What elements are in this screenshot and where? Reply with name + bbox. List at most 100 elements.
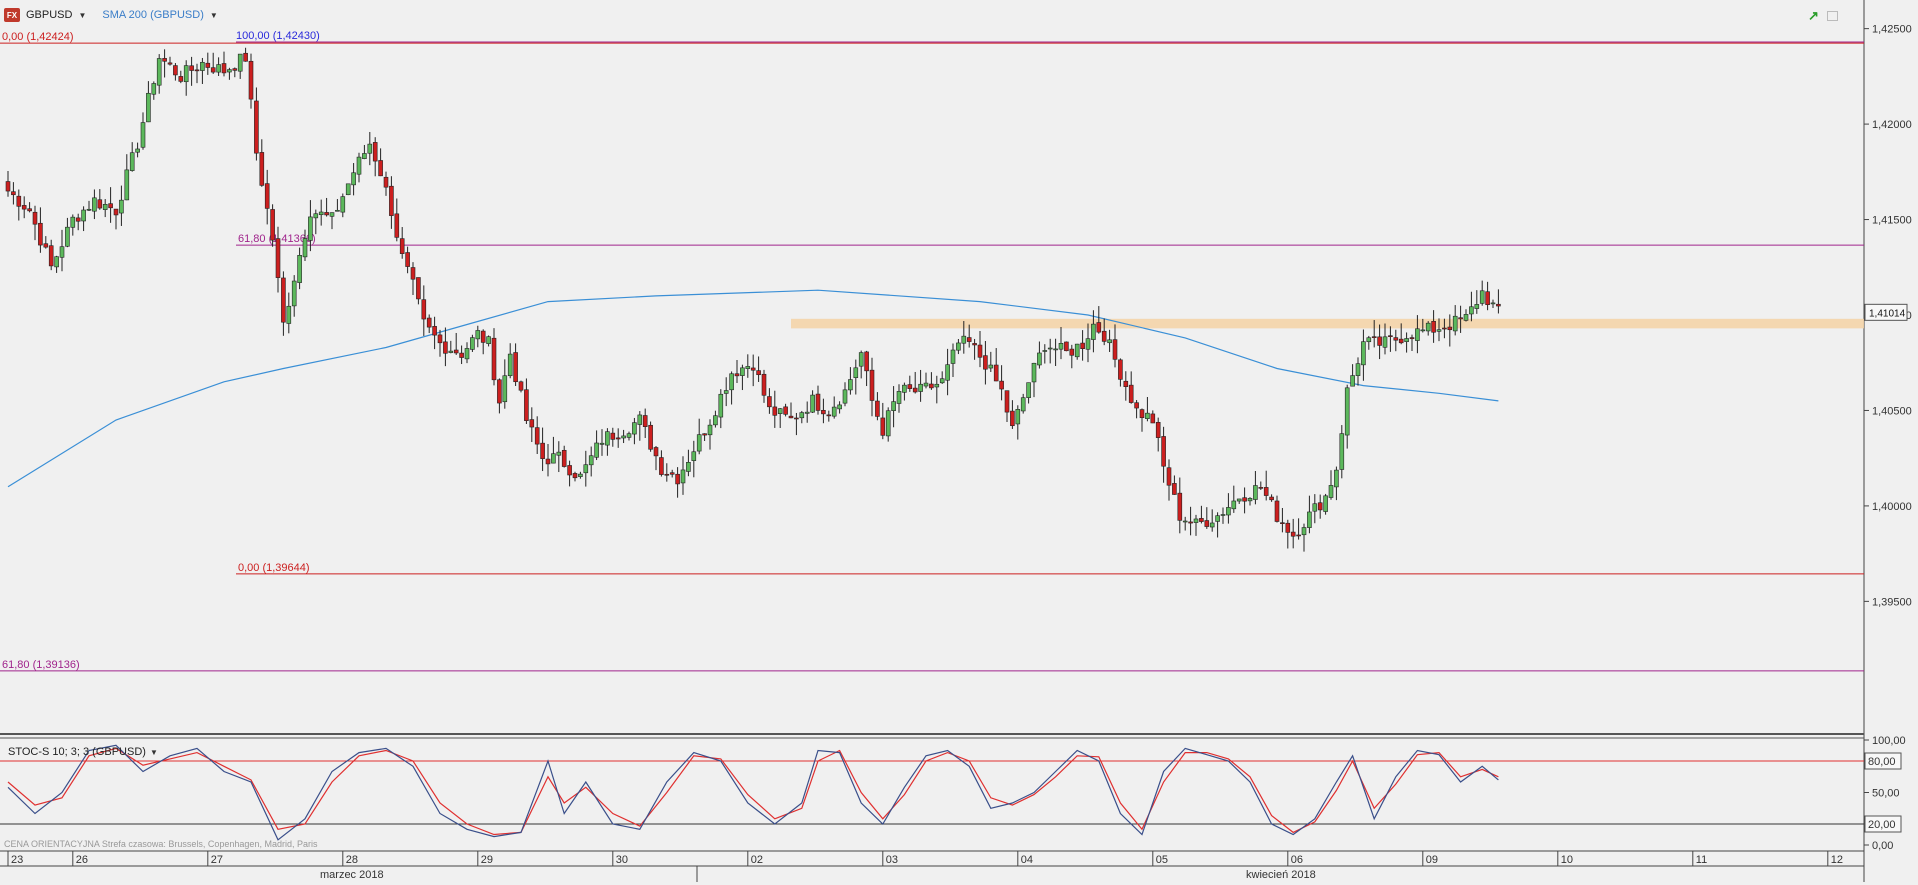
symbol-label[interactable]: GBPUSD xyxy=(26,9,72,21)
candle-body xyxy=(1220,514,1226,516)
candle-body xyxy=(788,415,794,419)
candle-body xyxy=(1166,467,1172,486)
candle-body xyxy=(329,212,335,217)
candle-body xyxy=(599,442,605,445)
candle-body xyxy=(1247,498,1253,502)
candle-body xyxy=(621,435,626,439)
candle-body xyxy=(281,277,286,323)
candle-body xyxy=(437,334,443,344)
candle-body xyxy=(372,142,378,162)
candle-body xyxy=(1361,341,1366,366)
day-label: 27 xyxy=(211,854,223,866)
candle-body xyxy=(1226,507,1231,516)
price-chart[interactable]: 0,00 (1,42424) 100,00 (1,42430)61,80 (1,4… xyxy=(0,0,1918,882)
candle-body xyxy=(1193,518,1199,523)
candle-body xyxy=(907,384,913,389)
month-label: kwiecień 2018 xyxy=(1246,869,1316,881)
candle-body xyxy=(113,208,119,216)
candle-body xyxy=(1015,409,1021,425)
candle-body xyxy=(254,100,259,154)
candle-body xyxy=(880,417,886,436)
day-label: 09 xyxy=(1426,854,1438,866)
candle-body xyxy=(1269,496,1274,501)
candle-body xyxy=(75,217,81,222)
price-tick-label: 1,40500 xyxy=(1872,405,1912,417)
fib-level-label: 100,00 (1,42430) xyxy=(236,30,320,42)
candle-body xyxy=(588,455,594,466)
candle-body xyxy=(939,378,945,384)
candle-body xyxy=(1112,339,1118,360)
candle-body xyxy=(92,197,97,212)
chart-tools: ↗ xyxy=(1808,8,1838,24)
candle-body xyxy=(1172,483,1177,495)
candle-body xyxy=(615,437,621,440)
candle-body xyxy=(540,442,545,459)
candle-body xyxy=(605,431,610,446)
candle-body xyxy=(248,60,254,100)
candle-body xyxy=(1101,330,1107,342)
candle-body xyxy=(950,349,956,364)
candle-body xyxy=(237,53,243,72)
candle-body xyxy=(1458,317,1463,320)
price-tick-label: 1,39500 xyxy=(1872,596,1912,608)
candle-body xyxy=(691,451,697,461)
candle-body xyxy=(183,65,189,83)
candle-body xyxy=(956,342,961,351)
stoch-tick-label: 50,00 xyxy=(1872,788,1900,800)
candle-body xyxy=(16,195,22,207)
candle-body xyxy=(486,336,491,344)
candle-body xyxy=(626,433,632,438)
candle-body xyxy=(1053,348,1058,351)
candle-body xyxy=(383,176,389,188)
sma-indicator-label[interactable]: SMA 200 (GBPUSD) xyxy=(102,9,203,21)
candle-body xyxy=(1344,387,1350,436)
chevron-down-icon[interactable]: ▼ xyxy=(78,11,86,20)
candle-body xyxy=(1339,433,1345,470)
candle-body xyxy=(810,394,815,413)
candle-body xyxy=(1371,336,1377,338)
candle-body xyxy=(394,213,400,238)
candle-body xyxy=(259,152,265,186)
month-label: marzec 2018 xyxy=(320,869,384,881)
resistance-zone-layer xyxy=(791,318,1864,329)
stochastic-label[interactable]: STOC-S 10; 3; 3 (GBPUSD) xyxy=(8,746,146,758)
candle-body xyxy=(162,58,167,62)
candle-body xyxy=(5,181,11,192)
fib-level-label: 61,80 (1,39136) xyxy=(2,659,80,671)
candle-body xyxy=(1490,302,1496,305)
candle-body xyxy=(1485,291,1490,306)
candle-body xyxy=(529,419,535,428)
candle-body xyxy=(1469,306,1474,315)
candle-body xyxy=(556,451,562,456)
candle-body xyxy=(1285,522,1291,533)
candle-body xyxy=(972,343,977,346)
main-plot-bg xyxy=(0,0,1864,735)
candle-body xyxy=(345,183,351,196)
candle-body xyxy=(745,366,751,369)
resistance-zone xyxy=(791,318,1864,329)
candle-body xyxy=(686,462,691,472)
candle-body xyxy=(1258,487,1264,489)
candle-body xyxy=(399,238,405,254)
trend-icon[interactable]: ↗ xyxy=(1808,8,1819,24)
candle-body xyxy=(59,246,65,258)
candle-body xyxy=(1290,531,1296,537)
stochastic-header: STOC-S 10; 3; 3 (GBPUSD) ▼ xyxy=(8,746,158,758)
price-tick-label: 1,40000 xyxy=(1872,501,1912,513)
price-tick-label: 1,42000 xyxy=(1872,119,1912,131)
price-tick-label: 1,42500 xyxy=(1872,24,1912,36)
candle-body xyxy=(497,379,502,404)
candle-body xyxy=(669,472,675,475)
candle-body xyxy=(1107,339,1112,344)
candle-body xyxy=(826,414,832,417)
candle-body xyxy=(1242,497,1247,502)
window-icon[interactable] xyxy=(1826,11,1838,21)
candle-body xyxy=(1436,329,1442,332)
candle-body xyxy=(1037,352,1042,366)
chevron-down-icon[interactable]: ▼ xyxy=(210,11,218,20)
candle-body xyxy=(470,337,475,350)
candle-body xyxy=(1118,359,1123,380)
chevron-down-icon[interactable]: ▼ xyxy=(150,748,158,757)
candle-body xyxy=(1096,322,1102,333)
candle-body xyxy=(718,393,724,418)
